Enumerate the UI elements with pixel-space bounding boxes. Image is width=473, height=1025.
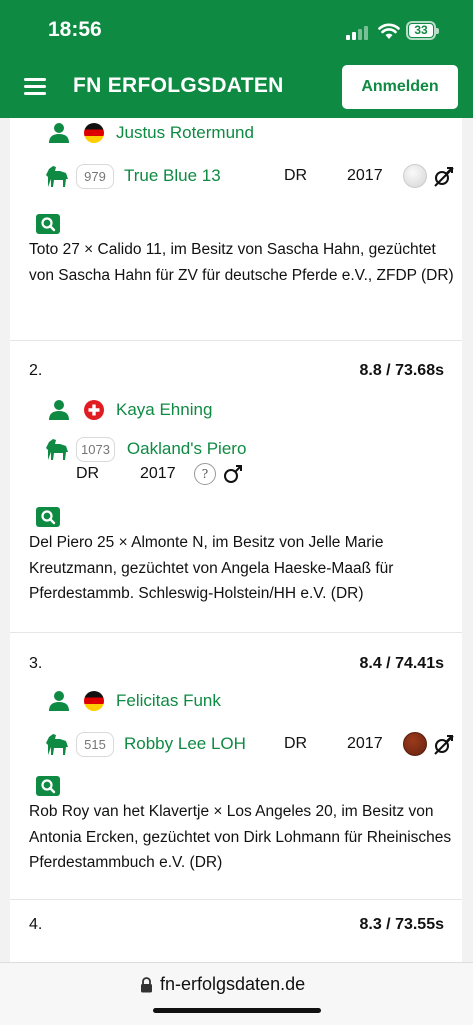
horse-description: Del Piero 25 × Almonte N, im Besitz von … bbox=[29, 534, 394, 602]
person-icon bbox=[49, 123, 69, 143]
gelding-icon bbox=[434, 167, 454, 187]
home-indicator[interactable] bbox=[153, 1008, 321, 1013]
status-time: 18:56 bbox=[48, 18, 102, 41]
rank: 2. bbox=[29, 362, 43, 379]
search-icon[interactable] bbox=[36, 214, 60, 234]
battery-icon: 33 bbox=[406, 21, 439, 40]
horse-icon bbox=[46, 439, 68, 460]
horse-breed: DR bbox=[76, 465, 100, 482]
status-bar: 18:56 33 bbox=[0, 0, 473, 62]
app-title: FN ERFOLGSDATEN bbox=[73, 74, 284, 97]
stallion-icon bbox=[224, 465, 242, 483]
score: 8.8 / 73.68s bbox=[359, 362, 444, 379]
horse-breed: DR bbox=[284, 735, 308, 752]
coat-color-chestnut bbox=[403, 732, 427, 756]
flag-germany-icon bbox=[84, 123, 104, 143]
list-item: Justus Rotermund 979 True Blue 13 DR 201… bbox=[10, 118, 462, 341]
horse-description: Toto 27 × Calido 11, im Besitz von Sasch… bbox=[29, 241, 454, 284]
horse-details-row: DR 2017 ? bbox=[76, 463, 244, 485]
battery-level: 33 bbox=[409, 24, 433, 37]
horse-row: 515 Robby Lee LOH DR 2017 bbox=[44, 731, 458, 757]
rider-row: Felicitas Funk bbox=[48, 690, 221, 712]
coat-color-unknown: ? bbox=[194, 463, 216, 485]
signal-icon bbox=[346, 24, 370, 40]
horse-number-badge: 1073 bbox=[76, 436, 115, 462]
list-item: 3. 8.4 / 74.41s Felicitas Funk 515 Robby… bbox=[10, 632, 462, 900]
horse-year: 2017 bbox=[140, 465, 176, 482]
horse-breed: DR bbox=[284, 167, 308, 184]
rank: 3. bbox=[29, 655, 43, 672]
score: 8.4 / 74.41s bbox=[359, 655, 444, 672]
menu-icon[interactable] bbox=[24, 78, 48, 96]
horse-number-badge: 979 bbox=[76, 163, 114, 189]
horse-row: 979 True Blue 13 DR 2017 bbox=[44, 163, 458, 189]
person-icon bbox=[49, 400, 69, 420]
search-icon[interactable] bbox=[36, 776, 60, 796]
list-item: 4. 8.3 / 73.55s bbox=[10, 898, 462, 962]
gelding-icon bbox=[434, 735, 454, 755]
results-list: Justus Rotermund 979 True Blue 13 DR 201… bbox=[10, 118, 462, 962]
rider-name[interactable]: Justus Rotermund bbox=[116, 123, 254, 143]
coat-color-grey bbox=[403, 164, 427, 188]
browser-url[interactable]: fn-erfolgsdaten.de bbox=[160, 974, 305, 995]
score: 8.3 / 73.55s bbox=[359, 916, 444, 933]
horse-year: 2017 bbox=[347, 167, 383, 184]
horse-name[interactable]: Robby Lee LOH bbox=[124, 734, 284, 754]
horse-description: Rob Roy van het Klavertje × Los Angeles … bbox=[29, 803, 452, 871]
app-header: 18:56 33 FN ERFOLGSDATEN Anmelden bbox=[0, 0, 473, 118]
horse-row: 1073 Oakland's Piero bbox=[44, 436, 246, 462]
rider-name[interactable]: Felicitas Funk bbox=[116, 691, 221, 711]
horse-icon bbox=[46, 734, 68, 755]
horse-name[interactable]: Oakland's Piero bbox=[127, 439, 246, 459]
person-icon bbox=[49, 691, 69, 711]
wifi-icon bbox=[378, 23, 400, 39]
flag-germany-icon bbox=[84, 691, 104, 711]
rider-row: Kaya Ehning bbox=[48, 399, 212, 421]
login-button[interactable]: Anmelden bbox=[342, 65, 458, 109]
rider-row: Justus Rotermund bbox=[48, 122, 254, 144]
rider-name[interactable]: Kaya Ehning bbox=[116, 400, 212, 420]
horse-name[interactable]: True Blue 13 bbox=[124, 166, 284, 186]
horse-icon bbox=[46, 166, 68, 187]
search-icon[interactable] bbox=[36, 507, 60, 527]
horse-number-badge: 515 bbox=[76, 731, 114, 757]
rank: 4. bbox=[29, 916, 43, 933]
browser-address-bar[interactable]: fn-erfolgsdaten.de bbox=[0, 962, 473, 1025]
flag-switzerland-icon bbox=[84, 400, 104, 420]
horse-year: 2017 bbox=[347, 735, 383, 752]
lock-icon bbox=[141, 977, 152, 993]
